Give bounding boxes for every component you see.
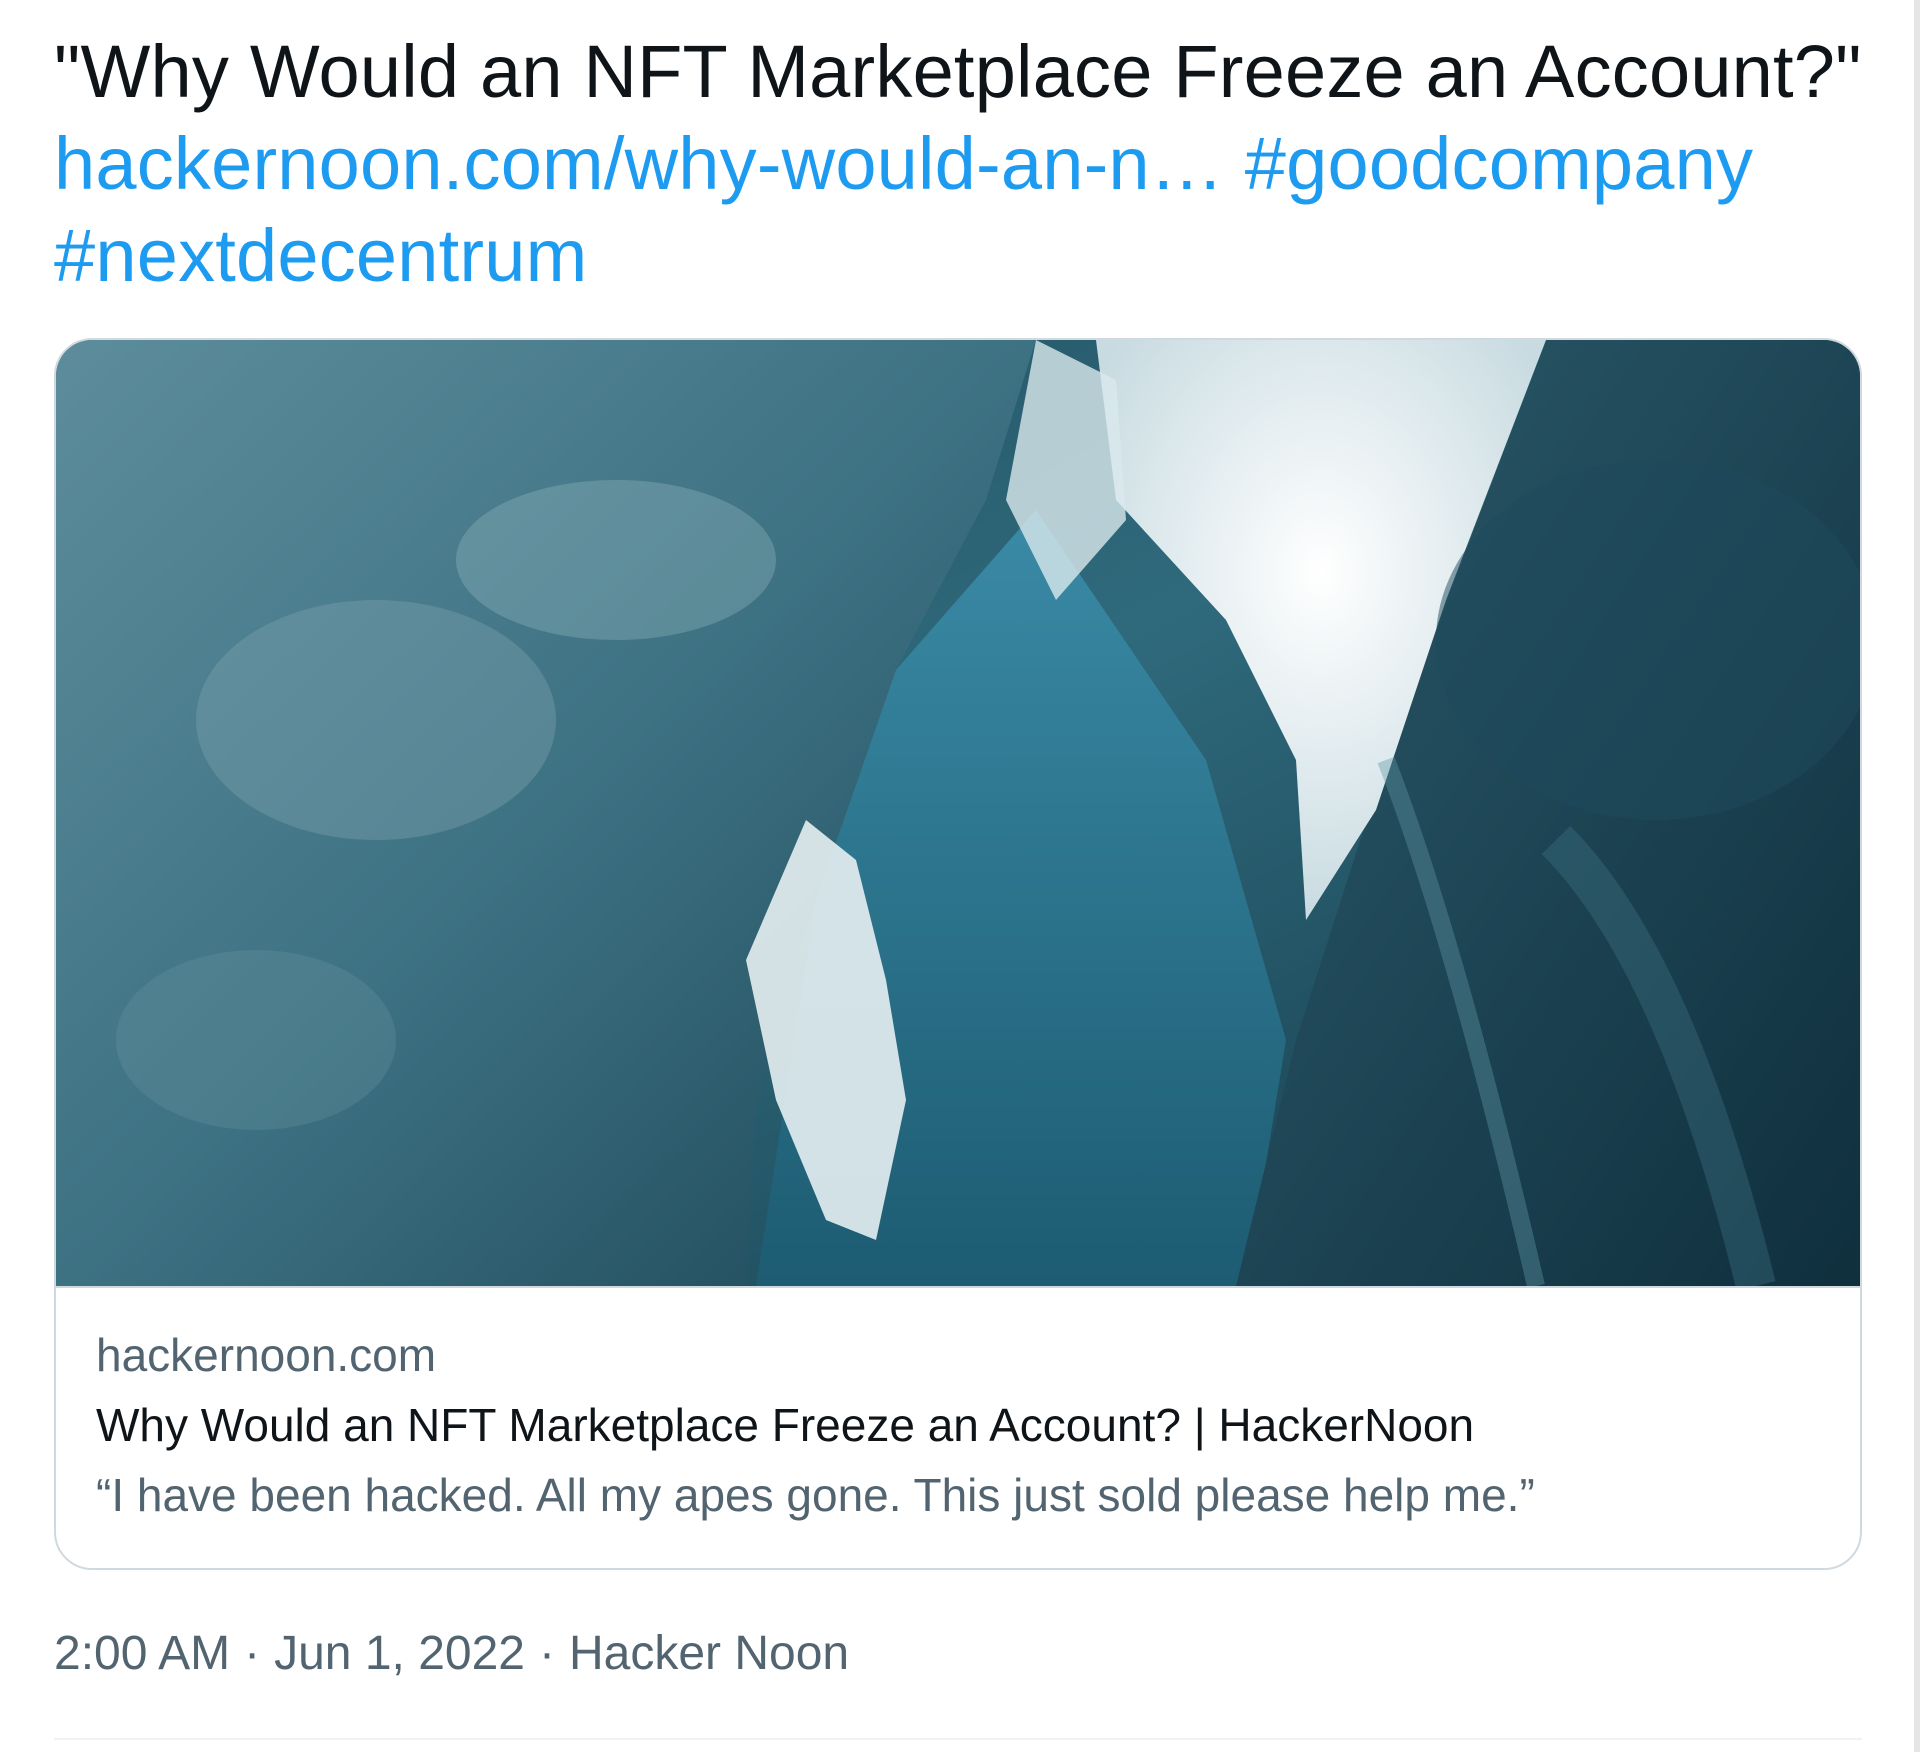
scrollbar-edge bbox=[1914, 0, 1920, 1752]
tweet-time[interactable]: 2:00 AM bbox=[54, 1627, 230, 1680]
article-link[interactable]: hackernoon.com/why-would-an-n… bbox=[54, 122, 1224, 205]
card-title: Why Would an NFT Marketplace Freeze an A… bbox=[96, 1399, 1475, 1451]
tweet-text-line1: "Why Would an NFT Marketplace Freeze an … bbox=[54, 30, 1862, 113]
tweet: "Why Would an NFT Marketplace Freeze an … bbox=[0, 0, 1920, 1752]
tweet-date[interactable]: Jun 1, 2022 bbox=[274, 1627, 525, 1680]
hashtag-goodcompany[interactable]: #goodcompany bbox=[1245, 122, 1753, 205]
meta-separator: · bbox=[244, 1627, 261, 1680]
card-description: “I have been hacked. All my apes gone. T… bbox=[96, 1469, 1535, 1521]
bottom-divider bbox=[54, 1738, 1862, 1740]
card-domain: hackernoon.com bbox=[96, 1329, 437, 1381]
link-preview-card[interactable]: hackernoon.com Why Would an NFT Marketpl… bbox=[54, 338, 1862, 1570]
tweet-text-line2: hackernoon.com/why-would-an-n… #goodcomp… bbox=[54, 118, 1874, 210]
tweet-text: "Why Would an NFT Marketplace Freeze an … bbox=[54, 26, 1874, 302]
meta-separator: · bbox=[538, 1627, 555, 1680]
tweet-metadata: 2:00 AM · Jun 1, 2022 · Hacker Noon bbox=[54, 1622, 849, 1686]
card-body[interactable]: hackernoon.com Why Would an NFT Marketpl… bbox=[96, 1320, 1816, 1530]
tweet-text-line3: #nextdecentrum bbox=[54, 210, 1874, 302]
card-divider bbox=[56, 1286, 1860, 1288]
tweet-source[interactable]: Hacker Noon bbox=[569, 1627, 849, 1680]
card-image[interactable] bbox=[56, 340, 1862, 1286]
hashtag-nextdecentrum[interactable]: #nextdecentrum bbox=[54, 214, 587, 297]
